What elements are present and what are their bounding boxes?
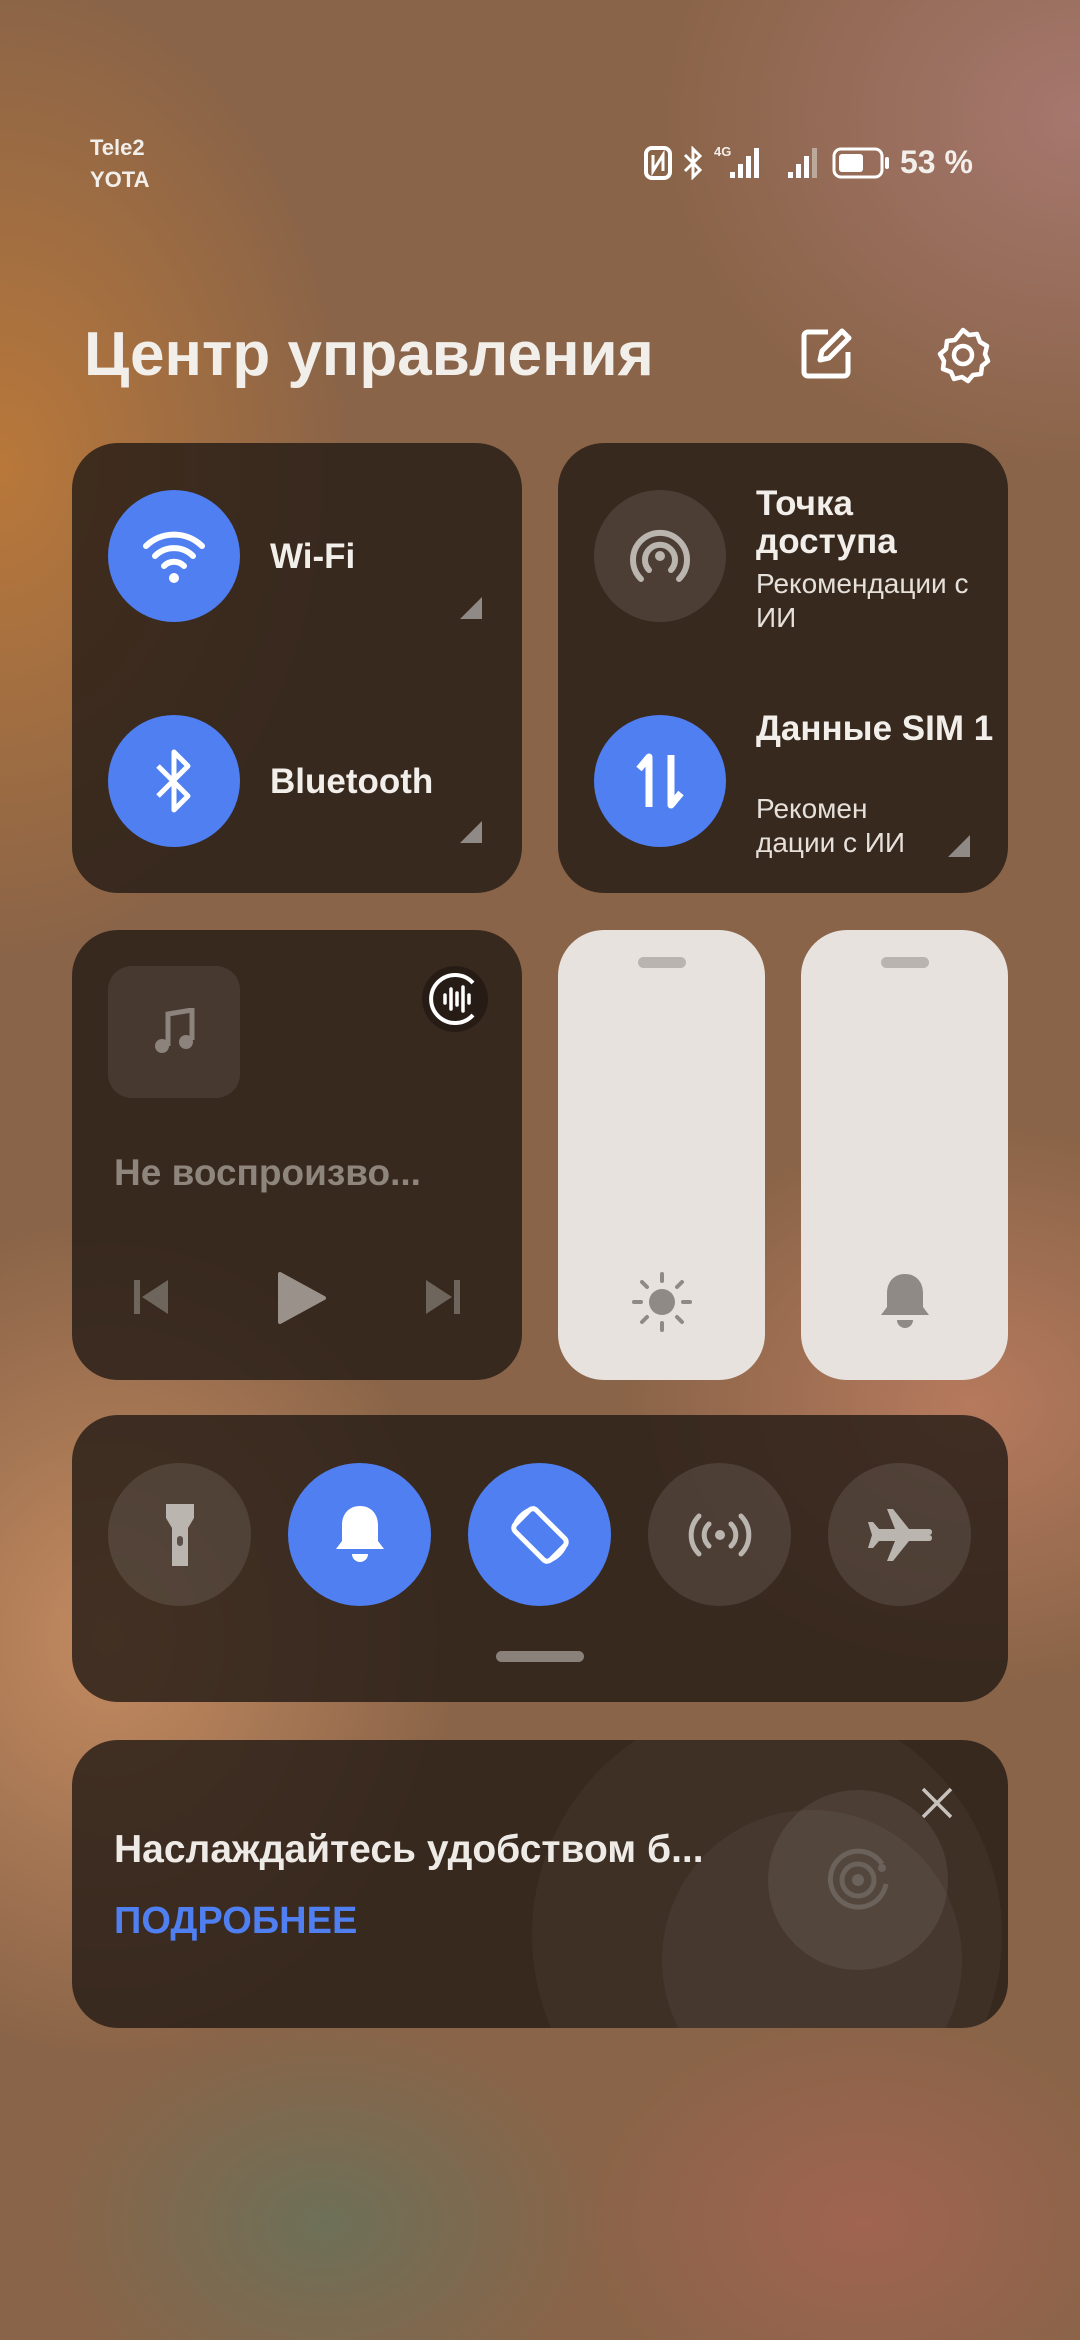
mobile-data-expand-icon[interactable] <box>948 835 970 857</box>
nfc-icon <box>644 145 672 180</box>
media-player[interactable]: Не воспроизво... <box>72 930 522 1380</box>
hotspot-sub: Рекомендации с ИИ <box>756 568 969 633</box>
gear-icon <box>937 327 991 384</box>
hotspot-toggle[interactable] <box>594 490 726 622</box>
ringer-toggle[interactable] <box>288 1463 431 1606</box>
bell-icon <box>335 1505 384 1562</box>
target-icon <box>827 1848 889 1910</box>
rotate-icon <box>510 1505 569 1564</box>
bluetooth-label[interactable]: Bluetooth <box>270 763 433 801</box>
mobile-data-sub: Рекомен дации с ИИ <box>756 793 906 858</box>
carrier-2: YOTA <box>90 167 150 192</box>
status-icons: 4G 53 % <box>644 144 973 181</box>
auto-rotate-toggle[interactable] <box>468 1463 611 1606</box>
battery-icon <box>832 147 889 178</box>
sun-icon <box>632 1272 692 1332</box>
settings-button[interactable] <box>934 326 992 384</box>
flashlight-toggle[interactable] <box>108 1463 251 1606</box>
album-art <box>108 966 240 1098</box>
mobile-data-toggle[interactable] <box>594 715 726 847</box>
carrier-1: Tele2 <box>90 135 145 160</box>
bell-icon <box>881 1274 929 1328</box>
wifi-expand-icon[interactable] <box>460 597 482 619</box>
airplane-icon <box>867 1508 932 1561</box>
bluetooth-expand-icon[interactable] <box>460 821 482 843</box>
signal-icon: 4G <box>714 144 764 180</box>
play-icon[interactable] <box>276 1270 326 1326</box>
flashlight-icon <box>165 1503 194 1566</box>
sound-wave-icon <box>429 973 475 1025</box>
expand-handle[interactable] <box>496 1651 584 1662</box>
bluetooth-icon <box>156 749 191 813</box>
mobile-data-label[interactable]: Данные SIM 1 <box>756 710 996 748</box>
quick-toggles <box>72 1415 1008 1702</box>
broadcast-icon <box>688 1513 751 1556</box>
brightness-slider[interactable] <box>558 930 765 1380</box>
hotspot-label[interactable]: Точка доступа <box>756 485 996 561</box>
promo-banner[interactable]: Наслаждайтесь удобством б... ПОДРОБНЕЕ <box>72 1740 1008 2028</box>
battery-percent: 53 % <box>900 144 973 180</box>
slider-handle[interactable] <box>880 957 929 968</box>
next-icon[interactable] <box>424 1276 462 1318</box>
volume-slider[interactable] <box>801 930 1008 1380</box>
connectivity-tile-left: Wi-Fi Bluetooth <box>72 443 522 893</box>
airplane-toggle[interactable] <box>828 1463 971 1606</box>
wifi-toggle[interactable] <box>108 490 240 622</box>
edit-icon <box>801 328 852 379</box>
bluetooth-toggle[interactable] <box>108 715 240 847</box>
slider-handle[interactable] <box>637 957 686 968</box>
edit-button[interactable] <box>798 326 854 382</box>
audio-output-button[interactable] <box>422 966 488 1032</box>
wifi-icon <box>143 531 205 583</box>
media-title: Не воспроизво... <box>114 1152 421 1193</box>
hotspot-icon <box>630 529 690 582</box>
broadcast-toggle[interactable] <box>648 1463 791 1606</box>
previous-icon[interactable] <box>132 1276 170 1318</box>
bluetooth-icon <box>683 145 703 180</box>
data-arrows-icon <box>636 753 684 809</box>
music-note-icon <box>155 1008 195 1053</box>
banner-text: Наслаждайтесь удобством б... <box>114 1828 704 1871</box>
connectivity-tile-right: Точка доступа Рекомендации с ИИ Данные S… <box>558 443 1008 893</box>
learn-more-link[interactable]: ПОДРОБНЕЕ <box>114 1900 357 1943</box>
page-title: Центр управления <box>84 320 654 389</box>
close-icon[interactable] <box>920 1786 954 1820</box>
signal-icon <box>788 147 817 178</box>
wifi-label[interactable]: Wi-Fi <box>270 538 355 576</box>
